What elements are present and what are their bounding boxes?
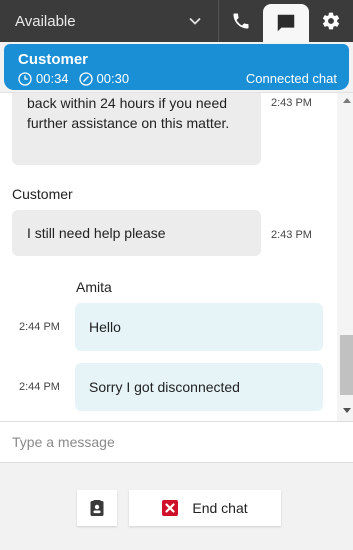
- chat-controls: End chat: [0, 463, 353, 550]
- message-time: 2:43 PM: [271, 97, 312, 109]
- triangle-up-icon: [343, 97, 351, 103]
- message-text: Hello: [89, 319, 121, 335]
- scroll-thumb[interactable]: [340, 335, 353, 395]
- end-chat-label: End chat: [192, 500, 248, 516]
- chat-icon: [277, 14, 295, 32]
- message-text: I still need help please: [27, 225, 166, 241]
- chat-tab-button[interactable]: [263, 4, 310, 42]
- contact-duration-value: 00:34: [36, 71, 69, 86]
- gear-icon: [322, 12, 340, 30]
- message-time: 2:43 PM: [271, 229, 312, 241]
- close-box-icon: [162, 500, 179, 516]
- contact-state: Connected chat: [245, 71, 337, 86]
- status-dropdown[interactable]: Available: [0, 0, 220, 42]
- chat-transcript[interactable]: back within 24 hours if you need further…: [0, 92, 353, 421]
- triangle-down-icon: [343, 407, 351, 413]
- message-time: 2:44 PM: [19, 381, 60, 393]
- message-text: Sorry I got disconnected: [89, 379, 240, 395]
- message-time: 2:44 PM: [19, 321, 60, 333]
- message-bubble: back within 24 hours if you need further…: [12, 93, 261, 165]
- message-sender: Customer: [12, 186, 73, 202]
- phone-icon: [233, 13, 249, 29]
- phone-button[interactable]: [219, 0, 263, 42]
- message-bubble: Hello: [75, 303, 323, 351]
- state-duration: 00:30: [78, 71, 130, 86]
- chevron-down-icon: [189, 17, 202, 25]
- message-bubble: I still need help please: [12, 210, 261, 256]
- message-bubble: Sorry I got disconnected: [75, 363, 323, 411]
- contact-duration: 00:34: [18, 71, 69, 86]
- chat-scrollbar[interactable]: [337, 93, 353, 421]
- contact-name: Customer: [18, 51, 89, 68]
- state-timer-icon: [78, 71, 93, 86]
- message-input[interactable]: [0, 422, 353, 462]
- clock-icon: [18, 71, 32, 86]
- top-bar: Available: [0, 0, 353, 42]
- end-chat-button[interactable]: End chat: [129, 490, 281, 526]
- scroll-up-arrow[interactable]: [340, 95, 353, 105]
- settings-button[interactable]: [309, 0, 353, 42]
- contact-card-icon: [90, 500, 104, 516]
- message-input-container: [0, 421, 353, 463]
- message-text: back within 24 hours if you need further…: [27, 95, 230, 131]
- scroll-down-arrow[interactable]: [340, 405, 353, 415]
- quick-connects-button[interactable]: [77, 490, 117, 526]
- status-label: Available: [15, 12, 76, 30]
- contact-card[interactable]: Customer 00:34 00:30 Connected chat: [4, 44, 349, 90]
- message-sender: Amita: [76, 279, 112, 295]
- state-duration-value: 00:30: [96, 71, 130, 86]
